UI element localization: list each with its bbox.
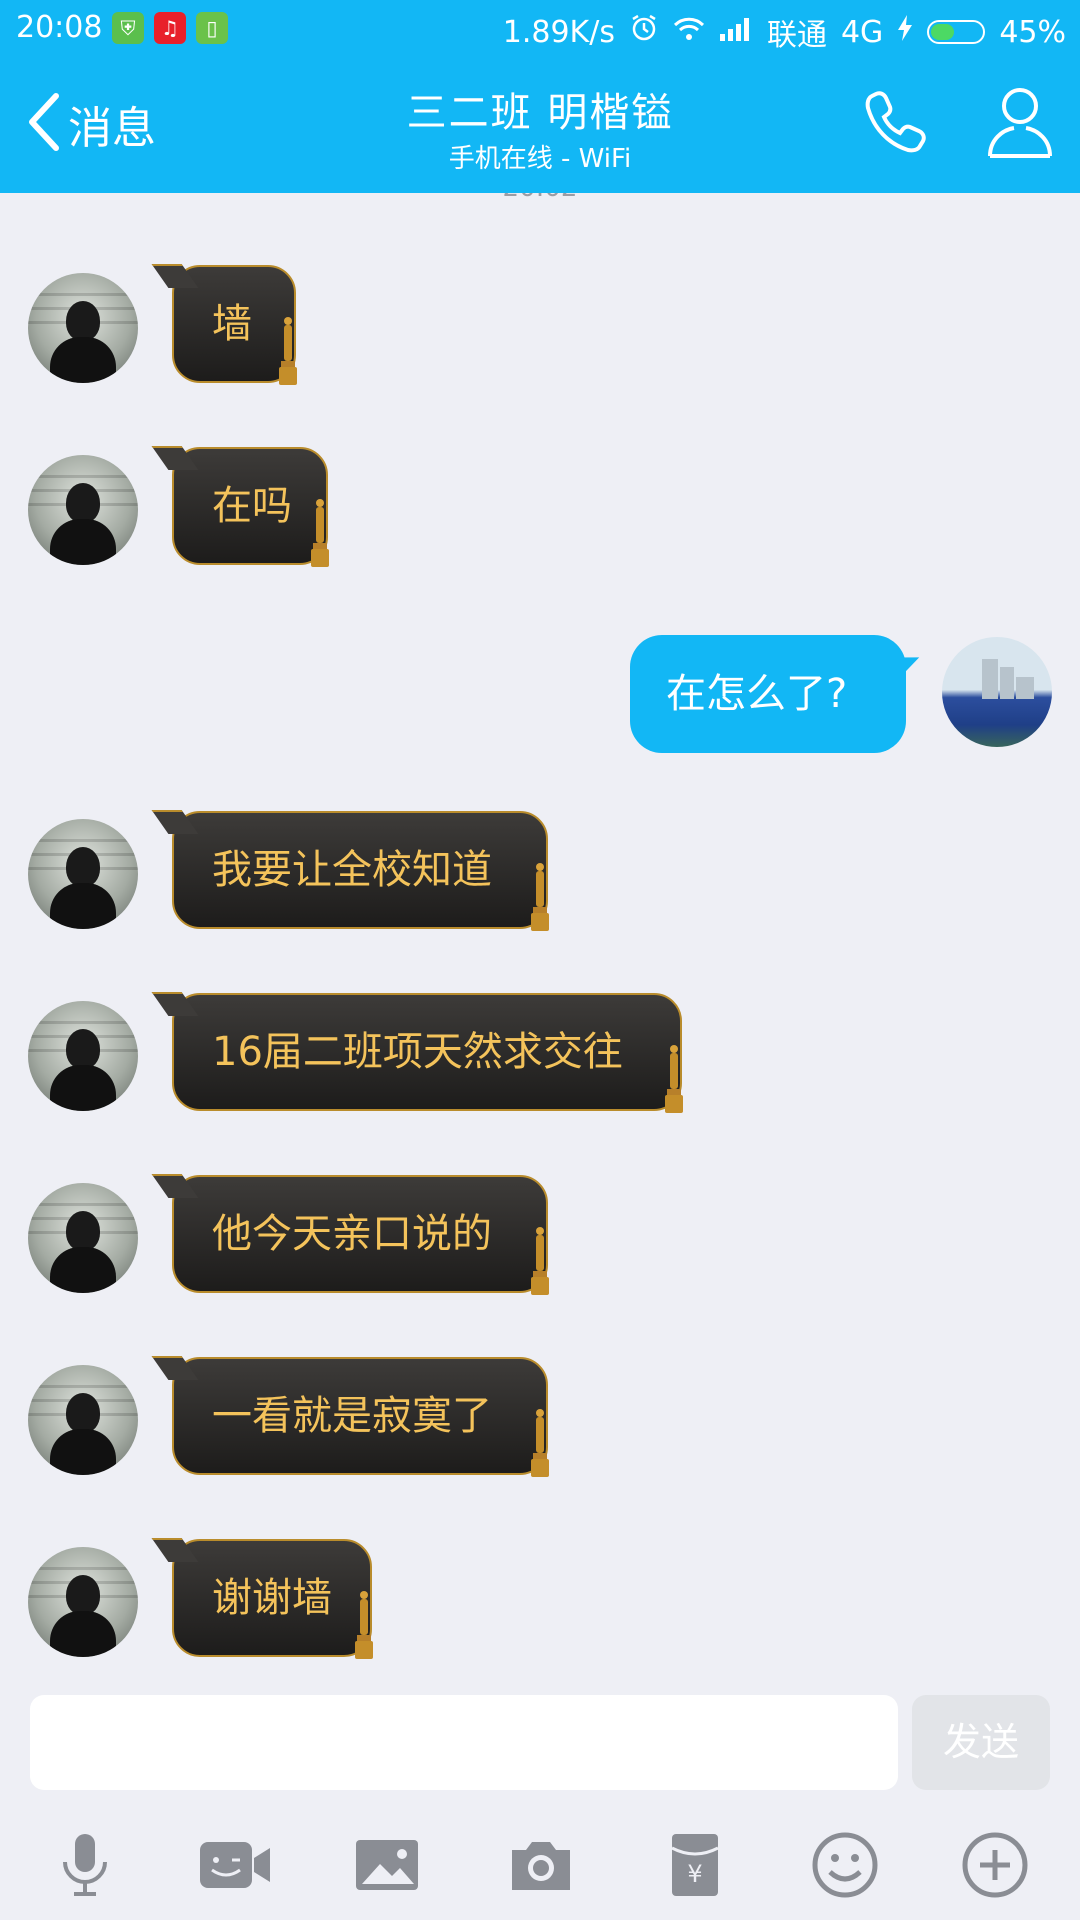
contact-avatar[interactable]: [28, 273, 138, 383]
message-bubble[interactable]: 墙: [172, 265, 297, 385]
android-app-icon: ▯: [196, 12, 228, 44]
contact-avatar[interactable]: [28, 819, 138, 929]
message-bubble[interactable]: 在怎么了?: [630, 635, 906, 753]
input-bar: 发送: [0, 1695, 1080, 1790]
message-text: 在怎么了?: [666, 671, 848, 717]
status-bar: 20:08 ⛨ ♫ ▯ 1.89K/s 联通 4G 45%: [0, 0, 1080, 58]
chat-header: 消息 三二班 明楷镒 手机在线 - WiFi: [0, 58, 1080, 193]
carrier-label: 联通: [766, 18, 827, 53]
alarm-icon: [629, 13, 659, 51]
battery-fill: [931, 24, 955, 40]
plus-icon: [960, 1832, 1030, 1904]
message-list[interactable]: 20:02 墙 在吗 在怎么了?: [0, 193, 1080, 1695]
contact-avatar[interactable]: [28, 1547, 138, 1657]
more-button[interactable]: [960, 1830, 1030, 1900]
emoji-icon: [810, 1832, 880, 1904]
phone-icon: [862, 91, 930, 160]
battery-icon: [927, 20, 986, 44]
input-toolbar: ¥: [0, 1800, 1080, 1920]
voice-button[interactable]: [50, 1830, 120, 1900]
contact-avatar[interactable]: [28, 1365, 138, 1475]
video-button[interactable]: [198, 1830, 270, 1900]
message-bubble[interactable]: 我要让全校知道: [172, 811, 549, 931]
svg-text:¥: ¥: [687, 1860, 702, 1888]
phone-call-button[interactable]: [862, 88, 930, 160]
camera-button[interactable]: [506, 1830, 576, 1900]
message-bubble[interactable]: 他今天亲口说的: [172, 1175, 549, 1295]
contact-avatar[interactable]: [28, 455, 138, 565]
network-speed: 1.89K/s: [502, 14, 615, 50]
message-text: 墙: [212, 301, 252, 347]
video-icon: [198, 1842, 274, 1904]
message-bubble[interactable]: 16届二班项天然求交往: [172, 993, 683, 1113]
contact-avatar[interactable]: [28, 1183, 138, 1293]
image-icon: [352, 1840, 422, 1904]
microphone-icon: [50, 1834, 120, 1904]
statuette-icon: [665, 1045, 683, 1113]
message-text: 谢谢墙: [212, 1575, 332, 1621]
message-bubble[interactable]: 谢谢墙: [172, 1539, 373, 1659]
wifi-icon: [673, 15, 705, 50]
message-bubble[interactable]: 一看就是寂寞了: [172, 1357, 549, 1477]
message-text: 一看就是寂寞了: [212, 1393, 492, 1439]
image-button[interactable]: [352, 1830, 422, 1900]
message-text: 他今天亲口说的: [212, 1211, 492, 1257]
send-button[interactable]: 发送: [912, 1695, 1050, 1790]
shield-app-icon: ⛨: [112, 12, 144, 44]
red-packet-button[interactable]: ¥: [660, 1830, 730, 1900]
red-packet-icon: ¥: [660, 1834, 730, 1904]
message-text: 在吗: [212, 483, 292, 529]
message-input[interactable]: [30, 1695, 898, 1790]
person-icon: [986, 88, 1054, 164]
statuette-icon: [311, 499, 329, 567]
network-type: 4G: [840, 14, 884, 50]
status-time: 20:08: [16, 10, 103, 45]
statuette-icon: [531, 1227, 549, 1295]
charging-icon: [897, 14, 913, 50]
my-avatar[interactable]: [942, 637, 1052, 747]
profile-button[interactable]: [986, 84, 1054, 164]
statuette-icon: [531, 1409, 549, 1477]
statuette-icon: [355, 1591, 373, 1659]
message-text: 16届二班项天然求交往: [212, 1029, 623, 1075]
emoji-button[interactable]: [810, 1830, 880, 1900]
message-text: 我要让全校知道: [212, 847, 492, 893]
contact-avatar[interactable]: [28, 1001, 138, 1111]
music-app-icon: ♫: [154, 12, 186, 44]
signal-icon: [719, 15, 753, 50]
camera-icon: [506, 1842, 576, 1904]
battery-percent: 45%: [999, 14, 1066, 50]
statuette-icon: [279, 317, 297, 385]
message-bubble[interactable]: 在吗: [172, 447, 329, 567]
statuette-icon: [531, 863, 549, 931]
message-timestamp: 20:02: [0, 193, 1080, 203]
